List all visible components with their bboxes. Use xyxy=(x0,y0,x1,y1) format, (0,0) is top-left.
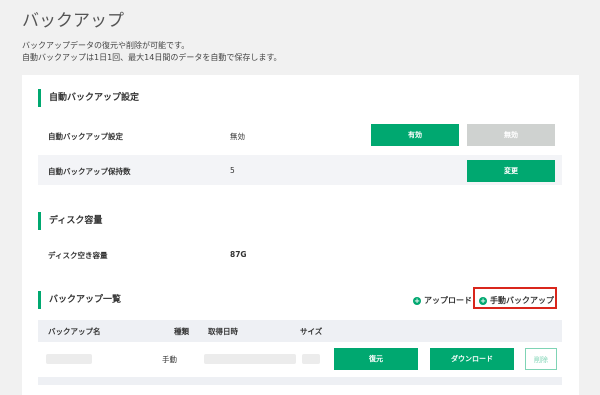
retention-value: 5 xyxy=(230,166,235,175)
disk-heading: ディスク容量 xyxy=(38,212,102,230)
auto-backup-setting-value: 無効 xyxy=(230,132,245,141)
redacted-date xyxy=(204,354,296,364)
row-type: 手動 xyxy=(162,355,177,364)
enable-button[interactable]: 有効 xyxy=(371,124,459,146)
auto-backup-setting-row: 自動バックアップ設定 無効 有効 無効 xyxy=(38,121,562,149)
manual-backup-label: 手動バックアップ xyxy=(490,296,554,305)
plus-circle-icon: + xyxy=(479,296,487,305)
plus-circle-icon: + xyxy=(413,296,421,305)
backup-card: 自動バックアップ設定 自動バックアップ設定 無効 有効 無効 自動バックアップ保… xyxy=(22,75,579,395)
auto-backup-setting-label: 自動バックアップ設定 xyxy=(48,132,123,141)
page-title: バックアップ xyxy=(22,11,124,31)
redacted-backup-name xyxy=(46,354,92,364)
auto-backup-heading: 自動バックアップ設定 xyxy=(38,89,139,107)
disk-free-label: ディスク空き容量 xyxy=(48,251,108,260)
disk-free-row: ディスク空き容量 87G xyxy=(38,245,562,265)
restore-button[interactable]: 復元 xyxy=(334,348,418,370)
delete-button[interactable]: 削除 xyxy=(525,348,557,370)
retention-label: 自動バックアップ保持数 xyxy=(48,167,131,176)
disable-button[interactable]: 無効 xyxy=(467,124,555,146)
upload-link[interactable]: + アップロード xyxy=(413,295,472,306)
table-header: バックアップ名 種類 取得日時 サイズ xyxy=(38,320,562,342)
column-header-date: 取得日時 xyxy=(208,327,238,336)
disk-free-value: 87G xyxy=(230,250,247,259)
column-header-name: バックアップ名 xyxy=(48,327,101,336)
description-line-1: バックアップデータの復元や削除が可能です。 xyxy=(22,41,190,50)
change-button[interactable]: 変更 xyxy=(467,160,555,182)
page-description: バックアップデータの復元や削除が可能です。 自動バックアップは1日1回、最大14… xyxy=(22,40,282,64)
redacted-size xyxy=(302,354,320,364)
table-row: 手動 復元 ダウンロード 削除 xyxy=(38,343,562,375)
upload-label: アップロード xyxy=(424,296,472,305)
description-line-2: 自動バックアップは1日1回、最大14日間のデータを自動で保存します。 xyxy=(22,53,282,62)
column-header-type: 種類 xyxy=(174,327,189,336)
backup-list-heading: バックアップ一覧 xyxy=(38,291,121,309)
table-row-partial xyxy=(38,377,562,385)
column-header-size: サイズ xyxy=(300,327,323,336)
auto-backup-retention-row: 自動バックアップ保持数 5 変更 xyxy=(38,155,562,185)
manual-backup-link[interactable]: + 手動バックアップ xyxy=(479,295,554,306)
download-button[interactable]: ダウンロード xyxy=(430,348,514,370)
